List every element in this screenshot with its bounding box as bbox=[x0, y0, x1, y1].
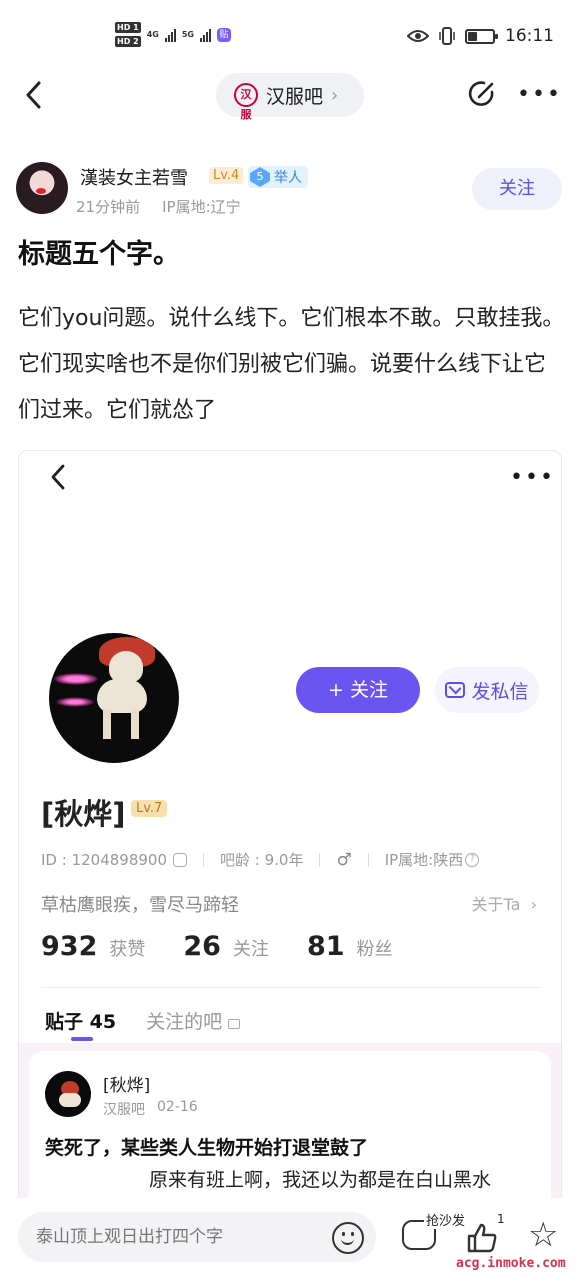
message-button: 发私信 bbox=[435, 667, 539, 713]
following-label: 关注 bbox=[232, 939, 269, 960]
signal-icon bbox=[164, 28, 176, 42]
about-link: 关于Ta › bbox=[471, 895, 537, 914]
message-label: 发私信 bbox=[471, 680, 529, 703]
back-icon[interactable] bbox=[22, 80, 46, 110]
post-ip: IP属地:辽宁 bbox=[162, 198, 241, 216]
level-badge: Lv.4 bbox=[209, 167, 244, 184]
post-time: 21分钟前 bbox=[76, 198, 141, 216]
network-5g: 5G bbox=[181, 30, 194, 39]
feed-author-name: [秋烨] bbox=[103, 1076, 151, 1096]
tab-followed-forums: 关注的吧 bbox=[146, 1007, 241, 1034]
bottom-bar: 抢沙发 1 ☆ acg.inmoke.com bbox=[0, 1198, 580, 1276]
rank-level: 5 bbox=[250, 167, 270, 187]
edit-icon[interactable] bbox=[466, 78, 498, 110]
fans-label: 粉丝 bbox=[356, 939, 393, 960]
network-4g: 4G bbox=[146, 30, 159, 39]
chevron-right-icon: › bbox=[331, 84, 339, 106]
profile-id: ID : 1204898900 bbox=[41, 850, 167, 869]
tieba-notification-icon: 贴 bbox=[216, 27, 231, 42]
profile-tabs: 贴子 45 关注的吧 bbox=[45, 1007, 241, 1041]
divider bbox=[41, 987, 541, 988]
tab-posts: 贴子 45 bbox=[45, 1007, 116, 1041]
hd2-badge: HD 2 bbox=[115, 36, 141, 47]
profile-ip: IP属地:陕西 bbox=[384, 851, 464, 869]
forum-logo: 汉服 bbox=[234, 83, 258, 121]
vibrate-icon bbox=[439, 27, 455, 45]
status-bar: HD 1 HD 2 4G 5G 贴 16:11 bbox=[0, 0, 580, 70]
forum-pill[interactable]: 汉服 汉服吧 › bbox=[216, 73, 364, 121]
battery-icon bbox=[465, 28, 498, 44]
male-icon: ♂ bbox=[336, 849, 352, 870]
profile-bio: 草枯鹰眼疾，雪尽马蹄轻 bbox=[41, 895, 239, 916]
likes-count: 932 bbox=[41, 931, 98, 962]
forum-age: 吧龄 : 9.0年 bbox=[220, 851, 304, 869]
grab-sofa-label: 抢沙发 bbox=[424, 1210, 468, 1229]
avatar[interactable] bbox=[16, 162, 68, 214]
likes-label: 获赞 bbox=[109, 939, 146, 960]
reply-input[interactable] bbox=[18, 1212, 376, 1262]
status-left: HD 1 HD 2 4G 5G 贴 bbox=[115, 22, 231, 47]
embedded-screenshot[interactable]: ••• + 关注 发私信 [秋烨] Lv.7 ID : 1204898900 吧… bbox=[18, 450, 562, 1210]
back-icon bbox=[51, 464, 65, 490]
like-count: 1 bbox=[497, 1212, 505, 1226]
feed-forum: 汉服吧 bbox=[103, 1102, 145, 1118]
clock: 16:11 bbox=[505, 26, 554, 46]
rank-badge: 5 举人 bbox=[248, 166, 308, 188]
avatar bbox=[45, 1071, 91, 1117]
more-icon: ••• bbox=[510, 465, 555, 490]
follow-button[interactable]: 关注 bbox=[472, 168, 562, 210]
thumbs-up-icon[interactable] bbox=[466, 1222, 498, 1254]
feed-date: 02-16 bbox=[157, 1099, 198, 1115]
emoji-icon[interactable] bbox=[332, 1222, 364, 1254]
profile-follow-button: + 关注 bbox=[296, 667, 420, 713]
copy-icon bbox=[173, 852, 187, 867]
mail-icon bbox=[445, 682, 466, 698]
signal-icon bbox=[199, 28, 211, 42]
profile-stats: 932 获赞 26 关注 81 粉丝 bbox=[41, 931, 419, 962]
list-item: [秋烨] 汉服吧 02-16 笑死了，某些类人生物开始打退堂鼓了 原来有班上啊，… bbox=[29, 1051, 551, 1209]
about-label: 关于Ta bbox=[471, 895, 521, 914]
feed-body: 原来有班上啊，我还以为都是在白山黑水 bbox=[149, 1169, 492, 1191]
lock-icon bbox=[228, 1019, 241, 1029]
post-meta: 21分钟前 IP属地:辽宁 bbox=[76, 196, 241, 217]
post-body: 它们you问题。说什么线下。它们根本不敢。只敢挂我。它们现实啥也不是你们别被它们… bbox=[18, 306, 565, 423]
hd1-badge: HD 1 bbox=[115, 22, 141, 33]
star-icon[interactable]: ☆ bbox=[528, 1218, 558, 1252]
watermark: acg.inmoke.com bbox=[456, 1256, 566, 1271]
eye-icon bbox=[407, 30, 429, 42]
following-count: 26 bbox=[183, 931, 221, 962]
post-author: 漢装女主若雪 Lv.4 5 举人 21分钟前 IP属地:辽宁 关注 bbox=[16, 160, 564, 220]
rank-label: 举人 bbox=[274, 170, 302, 186]
feed-meta: 汉服吧 02-16 bbox=[103, 1099, 198, 1119]
profile-meta: ID : 1204898900 吧龄 : 9.0年 ♂ IP属地:陕西 ? bbox=[41, 849, 480, 870]
feed-title: 笑死了，某些类人生物开始打退堂鼓了 bbox=[45, 1137, 369, 1159]
profile-avatar bbox=[49, 633, 179, 763]
top-nav: 汉服 汉服吧 › ••• bbox=[0, 70, 580, 122]
post-title: 标题五个字。 bbox=[18, 239, 180, 270]
status-right: 16:11 bbox=[407, 26, 554, 46]
help-icon: ? bbox=[465, 852, 480, 867]
more-icon[interactable]: ••• bbox=[517, 84, 562, 106]
fans-count: 81 bbox=[306, 931, 345, 962]
author-name[interactable]: 漢装女主若雪 bbox=[80, 164, 188, 190]
profile-name: [秋烨] bbox=[41, 797, 126, 831]
forum-name: 汉服吧 bbox=[266, 85, 324, 108]
profile-level-badge: Lv.7 bbox=[131, 800, 168, 817]
tab-followed-forums-label: 关注的吧 bbox=[146, 1011, 223, 1033]
hd-indicators: HD 1 HD 2 bbox=[115, 22, 141, 47]
